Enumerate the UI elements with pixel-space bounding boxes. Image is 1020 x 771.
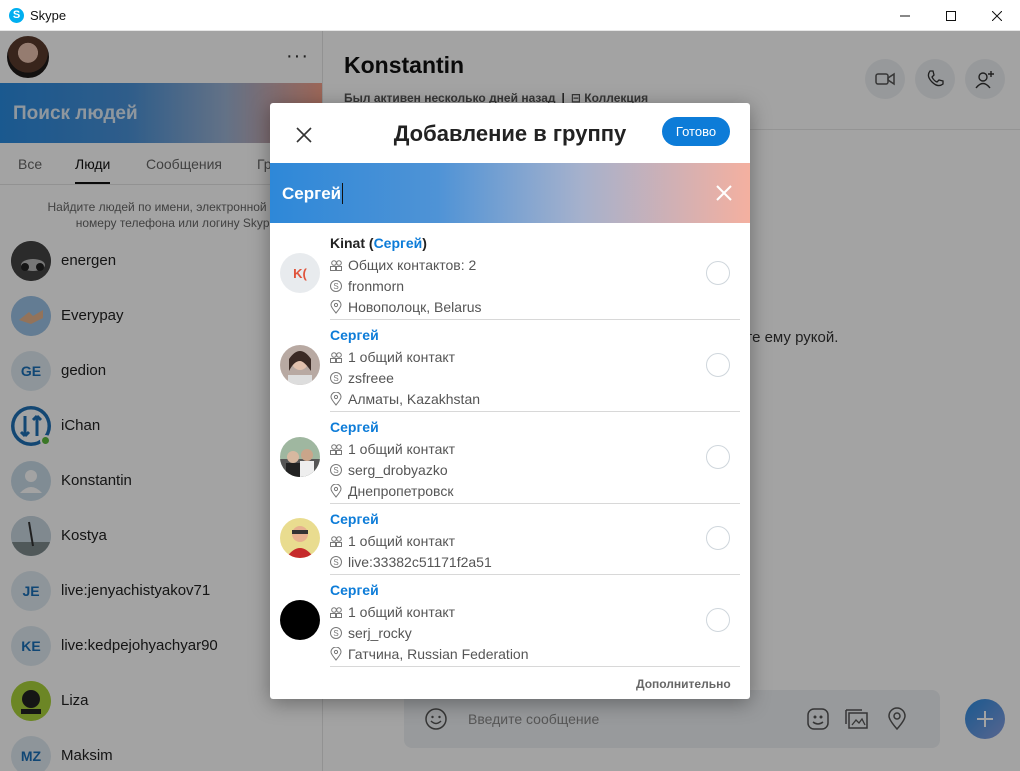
location: Гатчина, Russian Federation <box>330 646 529 662</box>
select-checkbox[interactable] <box>706 353 730 377</box>
dialog-search-bar[interactable]: Сергей <box>270 163 750 223</box>
contacts-icon <box>330 536 342 547</box>
location: Алматы, Kazakhstan <box>330 391 480 407</box>
contacts-icon <box>330 260 342 271</box>
contacts-icon <box>330 352 342 363</box>
location-pin-icon <box>330 392 342 406</box>
location: Днепропетровск <box>330 483 453 499</box>
minimize-icon <box>900 15 910 16</box>
svg-text:S: S <box>333 466 338 475</box>
result-avatar <box>280 437 320 477</box>
skype-name: S zsfreee <box>330 370 394 386</box>
skype-icon: S <box>330 556 342 568</box>
location-pin-icon <box>330 300 342 314</box>
result-name: Сергей <box>330 327 379 343</box>
mutual-contacts: 1 общий контакт <box>330 533 455 549</box>
minimize-button[interactable] <box>882 0 928 31</box>
skype-icon: S <box>330 627 342 639</box>
result-row[interactable]: Сергей 1 общий контакт S serj_rocky Гатч… <box>270 570 750 667</box>
clear-icon <box>716 185 732 201</box>
select-checkbox[interactable] <box>706 445 730 469</box>
result-name: Сергей <box>330 582 379 598</box>
result-avatar: K( <box>280 253 320 293</box>
skype-icon: S <box>330 280 342 292</box>
skype-name: S serj_rocky <box>330 625 412 641</box>
skype-name: S serg_drobyazko <box>330 462 448 478</box>
more-results-link[interactable]: Дополнительно <box>636 677 731 691</box>
window-title: Skype <box>30 8 67 23</box>
select-checkbox[interactable] <box>706 526 730 550</box>
location: Новополоцк, Belarus <box>330 299 482 315</box>
skype-logo-icon: S <box>9 8 24 23</box>
done-button[interactable]: Готово <box>662 117 730 146</box>
skype-name: S live:33382c51171f2a51 <box>330 554 492 570</box>
result-name: Сергей <box>330 419 379 435</box>
mutual-contacts: 1 общий контакт <box>330 441 455 457</box>
result-avatar <box>280 345 320 385</box>
result-name: Kinat (Сергей) <box>330 235 427 251</box>
skype-name: S fronmorn <box>330 278 404 294</box>
result-row[interactable]: Сергей 1 общий контакт S zsfreee Алматы,… <box>270 315 750 412</box>
clear-search-button[interactable] <box>714 183 734 203</box>
result-avatar <box>280 600 320 640</box>
skype-icon: S <box>330 464 342 476</box>
result-avatar <box>280 518 320 558</box>
svg-text:S: S <box>333 374 338 383</box>
location-pin-icon <box>330 484 342 498</box>
svg-text:S: S <box>333 629 338 638</box>
svg-text:S: S <box>333 282 338 291</box>
result-row[interactable]: Сергей 1 общий контакт S live:33382c5117… <box>270 499 750 575</box>
close-icon <box>992 10 1002 21</box>
mutual-contacts: Общих контактов: 2 <box>330 257 476 273</box>
result-row[interactable]: Сергей 1 общий контакт S serg_drobyazko … <box>270 407 750 504</box>
select-checkbox[interactable] <box>706 261 730 285</box>
result-row[interactable]: K( Kinat (Сергей) Общих контактов: 2 S f… <box>270 223 750 320</box>
mutual-contacts: 1 общий контакт <box>330 349 455 365</box>
maximize-button[interactable] <box>928 0 974 31</box>
contacts-icon <box>330 607 342 618</box>
text-caret <box>342 183 343 204</box>
add-to-group-dialog: Добавление в группу Готово Сергей K( Kin… <box>270 103 750 699</box>
mutual-contacts: 1 общий контакт <box>330 604 455 620</box>
window-titlebar: S Skype <box>0 0 1020 31</box>
svg-text:S: S <box>333 558 338 567</box>
select-checkbox[interactable] <box>706 608 730 632</box>
contacts-icon <box>330 444 342 455</box>
result-name: Сергей <box>330 511 379 527</box>
skype-icon: S <box>330 372 342 384</box>
dialog-search-input[interactable]: Сергей <box>282 184 341 204</box>
location-pin-icon <box>330 647 342 661</box>
maximize-icon <box>946 10 956 21</box>
result-divider <box>330 666 740 667</box>
close-window-button[interactable] <box>974 0 1020 31</box>
